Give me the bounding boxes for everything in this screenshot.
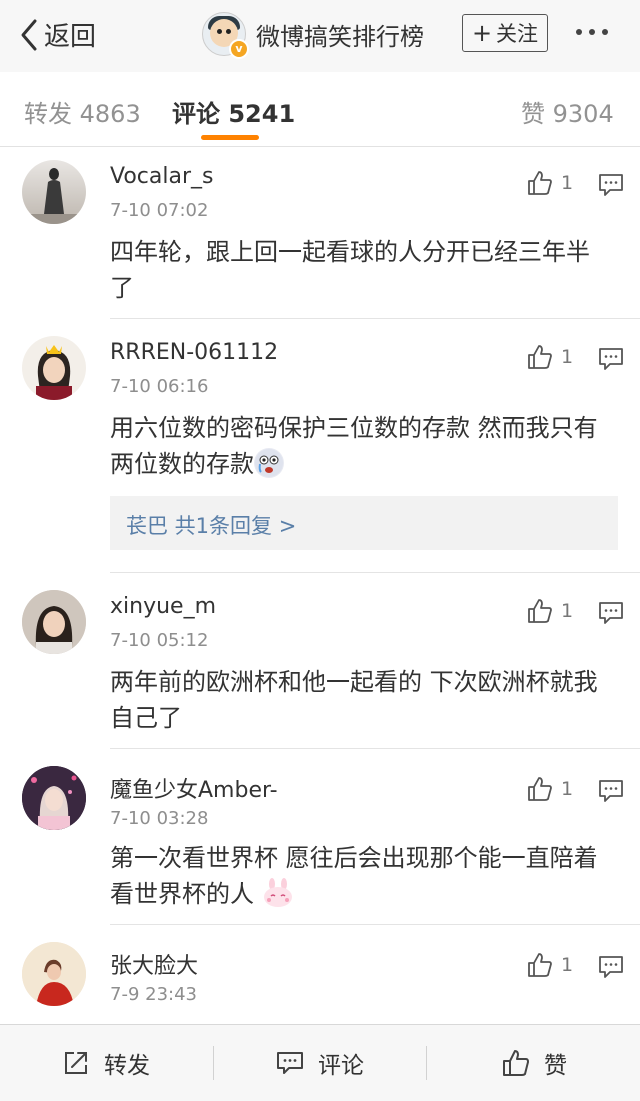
divider <box>110 318 640 319</box>
comment-bubble-icon[interactable] <box>598 778 624 804</box>
back-button[interactable]: 返回 <box>18 16 96 53</box>
plus-icon: + <box>471 19 493 47</box>
avatar[interactable] <box>22 590 86 654</box>
divider <box>213 1046 214 1080</box>
crying-emoji-icon <box>254 448 284 478</box>
like-count: 1 <box>561 600 574 622</box>
tab-count: 5241 <box>228 100 296 128</box>
like-button[interactable]: 1 <box>527 170 573 196</box>
comment-text-content: 用六位数的密码保护三位数的存款 然而我只有两位数的存款 <box>110 414 598 478</box>
comment-bubble-icon[interactable] <box>598 954 624 980</box>
avatar[interactable] <box>22 160 86 224</box>
follow-label: 关注 <box>496 22 539 46</box>
more-dots-icon[interactable] <box>576 29 608 35</box>
like-button[interactable]: 1 <box>527 344 573 370</box>
comment-button[interactable]: 评论 <box>276 1025 364 1101</box>
comment-bubble-icon[interactable] <box>598 346 624 372</box>
divider <box>110 748 640 749</box>
like-button[interactable]: 1 <box>527 598 573 624</box>
thumbs-up-icon <box>528 345 552 369</box>
like-count: 1 <box>561 778 574 800</box>
thumbs-up-icon <box>528 777 552 801</box>
like-count: 1 <box>561 954 574 976</box>
comment-text: 用六位数的密码保护三位数的存款 然而我只有两位数的存款 <box>110 410 610 482</box>
account-title[interactable]: v 微博搞笑排行榜 <box>202 12 424 59</box>
account-name: 微博搞笑排行榜 <box>256 22 424 51</box>
divider <box>110 924 640 925</box>
back-label: 返回 <box>44 22 97 52</box>
like-count: 1 <box>561 346 574 368</box>
comment-time: 7-9 23:43 <box>110 984 197 1005</box>
tab-count: 9304 <box>552 100 614 128</box>
avatar[interactable] <box>22 336 86 400</box>
comment-bubble-icon <box>277 1052 303 1074</box>
follow-button[interactable]: + 关注 <box>462 14 548 52</box>
tab-bar: 转发 4863 评论 5241 赞 9304 <box>0 72 640 147</box>
comment-text: 第一次看世界杯 愿往后会出现那个能一直陪着看世界杯的人 <box>110 840 610 912</box>
tab-reposts[interactable]: 转发 4863 <box>24 94 141 129</box>
active-tab-indicator <box>201 135 259 140</box>
comment-label: 评论 <box>318 1053 364 1079</box>
divider <box>426 1046 427 1080</box>
tab-label: 转发 <box>24 100 72 128</box>
tab-count: 4863 <box>79 100 141 128</box>
repost-label: 转发 <box>104 1053 150 1079</box>
verified-badge-icon: v <box>229 39 249 59</box>
replies-summary-text: 苌巴 共1条回复 > <box>126 514 297 538</box>
like-button[interactable]: 1 <box>527 952 573 978</box>
comment-bubble-icon[interactable] <box>598 600 624 626</box>
like-button[interactable]: 1 <box>527 776 573 802</box>
tab-likes[interactable]: 赞 9304 <box>521 94 614 129</box>
comment-author[interactable]: 张大脸大 <box>110 948 198 980</box>
comment-author[interactable]: RRREN-061112 <box>110 340 278 365</box>
comment-time: 7-10 06:16 <box>110 376 209 397</box>
account-avatar: v <box>202 12 249 59</box>
replies-summary-link[interactable]: 苌巴 共1条回复 > <box>110 496 618 550</box>
tab-label: 赞 <box>521 100 545 128</box>
tab-comments[interactable]: 评论 5241 <box>172 94 295 129</box>
share-icon <box>65 1052 87 1074</box>
comment-author[interactable]: 魔鱼少女Amber- <box>110 772 278 804</box>
comment-text: 四年轮，跟上回一起看球的人分开已经三年半了 <box>110 238 590 302</box>
bottom-action-bar: 转发 评论 赞 <box>0 1024 640 1101</box>
comment-bubble-icon[interactable] <box>598 172 624 198</box>
avatar[interactable] <box>22 766 86 830</box>
bunny-emoji-icon <box>262 878 292 908</box>
thumbs-up-icon <box>528 599 552 623</box>
like-action-button[interactable]: 赞 <box>502 1025 567 1101</box>
avatar[interactable] <box>22 942 86 1006</box>
divider <box>110 572 640 573</box>
comment-text-content: 第一次看世界杯 愿往后会出现那个能一直陪着看世界杯的人 <box>110 844 598 908</box>
comment-author[interactable]: Vocalar_s <box>110 164 213 189</box>
thumbs-up-icon <box>528 953 552 977</box>
repost-button[interactable]: 转发 <box>62 1025 150 1101</box>
nav-header: 返回 v 微博搞笑排行榜 + 关注 <box>0 0 640 73</box>
like-label: 赞 <box>544 1053 567 1079</box>
tab-label: 评论 <box>172 100 220 128</box>
thumbs-up-icon <box>528 171 552 195</box>
comment-time: 7-10 07:02 <box>110 200 209 221</box>
comment-author[interactable]: xinyue_m <box>110 594 216 619</box>
like-count: 1 <box>561 172 574 194</box>
thumbs-up-icon <box>503 1050 529 1076</box>
back-chevron-icon <box>21 19 37 50</box>
comment-time: 7-10 05:12 <box>110 630 209 651</box>
comment-time: 7-10 03:28 <box>110 808 209 829</box>
comment-text: 两年前的欧洲杯和他一起看的 下次欧洲杯就我自己了 <box>110 668 598 732</box>
